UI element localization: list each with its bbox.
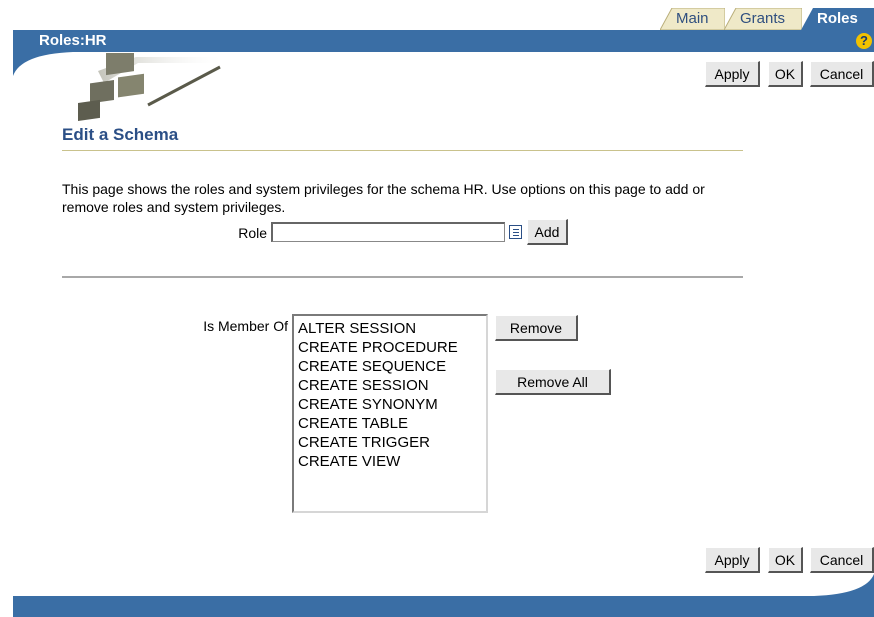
list-item[interactable]: CREATE TRIGGER xyxy=(298,433,482,452)
help-icon[interactable]: ? xyxy=(856,33,872,49)
member-of-listbox[interactable]: ALTER SESSION CREATE PROCEDURE CREATE SE… xyxy=(292,314,488,513)
section-divider xyxy=(62,276,743,278)
bottom-bar-curve xyxy=(814,574,874,596)
list-item[interactable]: CREATE SESSION xyxy=(298,376,482,395)
tab-main-label: Main xyxy=(676,10,709,27)
role-input[interactable] xyxy=(271,222,505,242)
list-item[interactable]: ALTER SESSION xyxy=(298,319,482,338)
add-button[interactable]: Add xyxy=(527,219,568,245)
cancel-button-top[interactable]: Cancel xyxy=(810,61,874,87)
tab-grants-label: Grants xyxy=(740,10,786,27)
list-item[interactable]: CREATE TABLE xyxy=(298,414,482,433)
page-heading: Edit a Schema xyxy=(62,125,179,144)
schema-logo-icon xyxy=(78,53,228,121)
tab-grants[interactable]: Grants xyxy=(724,8,802,30)
title-bar-curve xyxy=(13,52,73,76)
remove-button[interactable]: Remove xyxy=(495,315,578,341)
apply-button-bottom[interactable]: Apply xyxy=(705,547,760,573)
member-of-label: Is Member Of xyxy=(203,318,288,334)
page-title: Roles:HR xyxy=(39,32,107,49)
role-list-icon[interactable] xyxy=(509,225,522,239)
list-item[interactable]: CREATE SEQUENCE xyxy=(298,357,482,376)
cancel-button-bottom[interactable]: Cancel xyxy=(810,547,874,573)
bottom-bar xyxy=(13,596,874,617)
remove-all-button[interactable]: Remove All xyxy=(495,369,611,395)
apply-button-top[interactable]: Apply xyxy=(705,61,760,87)
list-item[interactable]: CREATE SYNONYM xyxy=(298,395,482,414)
role-label: Role xyxy=(238,225,267,241)
list-item[interactable]: CREATE PROCEDURE xyxy=(298,338,482,357)
tab-roles[interactable]: Roles xyxy=(801,8,874,30)
title-bar xyxy=(13,30,874,52)
tab-roles-label: Roles xyxy=(817,10,858,27)
ok-button-top[interactable]: OK xyxy=(768,61,803,87)
ok-button-bottom[interactable]: OK xyxy=(768,547,803,573)
heading-rule xyxy=(62,150,743,151)
list-item[interactable]: CREATE VIEW xyxy=(298,452,482,471)
page-description: This page shows the roles and system pri… xyxy=(62,181,705,215)
tab-main[interactable]: Main xyxy=(660,8,725,30)
